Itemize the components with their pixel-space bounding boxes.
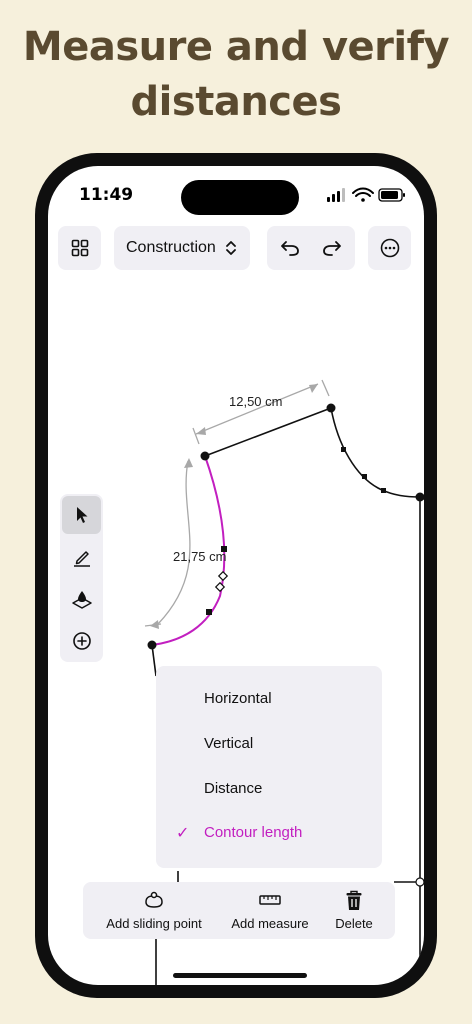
- curve-dimension-line: [157, 460, 191, 625]
- plus-icon: [72, 632, 91, 650]
- top-dimension-tick-left: [192, 427, 200, 445]
- shoulder-line: [204, 407, 332, 457]
- redo-icon[interactable]: [322, 239, 342, 257]
- signal-icon: [327, 188, 345, 202]
- top-dimension-line: [195, 383, 319, 435]
- tool-palette: [60, 494, 103, 662]
- node-armhole-2: [362, 474, 367, 479]
- node-center-front: [147, 640, 157, 650]
- headline: Measure and verify distances: [0, 20, 472, 130]
- node-neck-top: [200, 451, 210, 461]
- grid-button[interactable]: [58, 226, 101, 270]
- more-button[interactable]: [368, 226, 411, 270]
- delete-label: Delete: [335, 916, 373, 931]
- curve-measure-label[interactable]: 21,75 cm: [173, 549, 226, 564]
- checkmark-icon: ✓: [176, 825, 190, 842]
- chevron-up-down-icon: [225, 241, 236, 255]
- menu-item-distance[interactable]: Distance: [156, 768, 382, 812]
- pen-icon: [73, 551, 90, 567]
- undo-icon[interactable]: [280, 239, 300, 257]
- mode-label: Construction: [126, 239, 216, 256]
- menu-item-label: Vertical: [204, 735, 254, 752]
- menu-item-contour-length[interactable]: ✓ Contour length: [156, 812, 382, 856]
- armhole-curve: [330, 407, 421, 498]
- headline-line-2: distances: [130, 79, 342, 125]
- select-tool[interactable]: [62, 496, 101, 534]
- node-armhole-3: [381, 488, 386, 493]
- top-dim-arrow-right: [309, 384, 318, 393]
- curve-dim-arrow-bottom: [150, 620, 159, 629]
- menu-item-label: Distance: [204, 780, 263, 797]
- hem-corner-node: [415, 877, 424, 887]
- point-icon: [71, 591, 92, 609]
- measure-type-menu: Horizontal Vertical Distance ✓ Contour l…: [156, 666, 382, 868]
- status-icons: [327, 187, 405, 202]
- top-dim-arrow-left: [196, 427, 206, 435]
- wifi-icon: [352, 187, 374, 202]
- add-sliding-point-label: Add sliding point: [106, 916, 202, 931]
- add-measure-label: Add measure: [231, 916, 309, 931]
- dynamic-island: [181, 180, 299, 215]
- undo-redo-group: [267, 226, 355, 270]
- delete-button[interactable]: Delete: [327, 882, 381, 939]
- bottom-action-bar: Add sliding point Add measure Delete: [83, 882, 395, 939]
- status-time: 11:49: [79, 185, 134, 205]
- top-dimension-tick-right: [321, 379, 330, 397]
- phone-frame: 12,50 cm 21,75 cm 11:49 Construction Hor…: [35, 153, 437, 998]
- trash-icon: [346, 890, 362, 910]
- node-shoulder: [326, 403, 336, 413]
- add-measure-button[interactable]: Add measure: [227, 882, 313, 939]
- mode-selector[interactable]: Construction: [114, 226, 250, 270]
- app-screen: 12,50 cm 21,75 cm 11:49 Construction Hor…: [48, 166, 424, 985]
- menu-item-label: Horizontal: [204, 690, 272, 707]
- battery-icon: [378, 188, 405, 202]
- more-icon: [380, 238, 399, 258]
- point-tool[interactable]: [62, 580, 101, 618]
- pointer-icon: [76, 507, 87, 523]
- add-tool[interactable]: [62, 622, 101, 660]
- node-armhole-1: [341, 447, 346, 452]
- sliding-point-icon: [145, 891, 163, 908]
- headline-line-1: Measure and verify: [22, 24, 450, 70]
- menu-item-vertical[interactable]: Vertical: [156, 723, 382, 767]
- node-armhole-bottom: [415, 492, 424, 502]
- node-curve-2: [206, 609, 212, 615]
- top-measure-label[interactable]: 12,50 cm: [229, 394, 282, 409]
- add-sliding-point-button[interactable]: Add sliding point: [87, 882, 221, 939]
- ruler-icon: [259, 895, 281, 905]
- pen-tool[interactable]: [62, 538, 101, 576]
- menu-item-label: Contour length: [204, 824, 303, 841]
- menu-item-horizontal[interactable]: Horizontal: [156, 678, 382, 722]
- grid-icon: [71, 239, 88, 257]
- home-indicator: [173, 973, 307, 978]
- curve-dim-arrow-top: [184, 458, 193, 468]
- node-sliding-1: [217, 570, 229, 582]
